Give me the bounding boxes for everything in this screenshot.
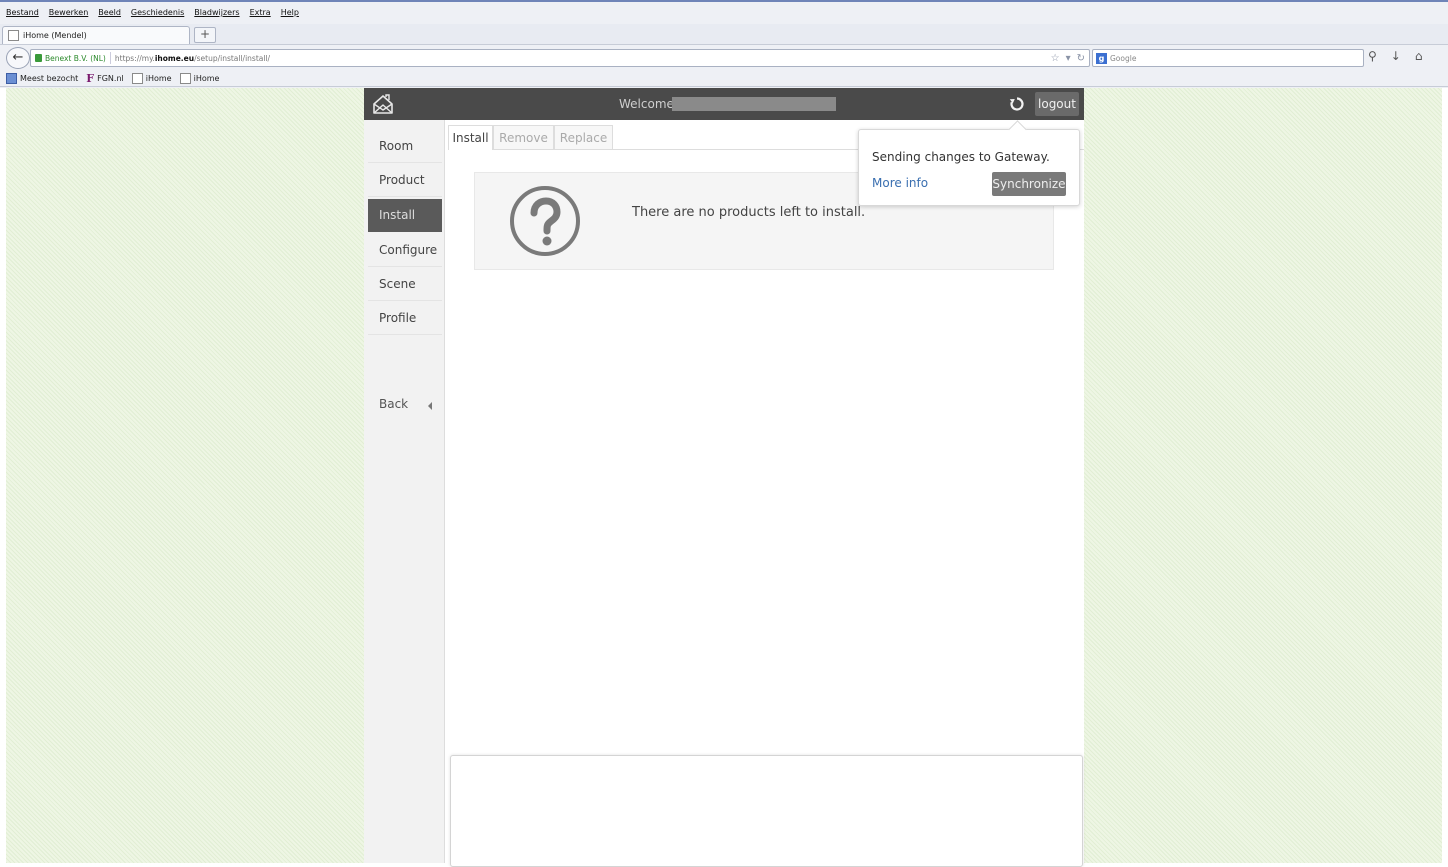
sidebar-item-configure[interactable]: Configure xyxy=(368,234,442,267)
menu-item-help[interactable]: Help xyxy=(281,8,299,22)
question-mark-icon xyxy=(510,186,580,256)
sidebar-item-profile[interactable]: Profile xyxy=(368,302,442,335)
redacted-username xyxy=(672,97,836,111)
sidebar-item-room[interactable]: Room xyxy=(368,130,442,163)
empty-state-message: There are no products left to install. xyxy=(632,205,866,220)
url-bar[interactable]: Benext B.V. (NL) https://my.ihome.eu/set… xyxy=(30,49,1090,67)
bookmark-star-icon[interactable]: ☆ xyxy=(1051,53,1060,64)
menu-item-bewerken[interactable]: Bewerken xyxy=(49,8,89,22)
menu-item-geschiedenis[interactable]: Geschiedenis xyxy=(131,8,184,22)
app-header: Welcome logout xyxy=(364,88,1084,120)
app-container: Welcome logout Room Product Install Conf… xyxy=(364,88,1084,867)
browser-chrome: Bestand Bewerken Beeld Geschiedenis Blad… xyxy=(0,0,1448,88)
bookmark-folder-icon xyxy=(6,72,17,84)
menu-item-beeld[interactable]: Beeld xyxy=(98,8,121,22)
tab-replace[interactable]: Replace xyxy=(554,125,613,149)
bookmark-fgn[interactable]: F FGN.nl xyxy=(86,72,123,85)
reload-icon[interactable]: ↻ xyxy=(1077,53,1085,64)
more-info-link[interactable]: More info xyxy=(872,176,928,190)
bookmark-label: Meest bezocht xyxy=(20,73,79,83)
menu-bar: Bestand Bewerken Beeld Geschiedenis Blad… xyxy=(6,8,299,22)
sidebar-item-product[interactable]: Product xyxy=(368,164,442,197)
tab-install[interactable]: Install xyxy=(448,125,493,150)
search-engine-icon[interactable]: g xyxy=(1096,52,1107,64)
fgn-logo-icon: F xyxy=(86,71,95,85)
page-favicon-icon xyxy=(179,72,191,84)
page-favicon-icon xyxy=(8,30,19,41)
dropdown-arrow-icon[interactable]: ▾ xyxy=(1066,53,1071,64)
url-prefix: https://my. xyxy=(114,53,155,63)
site-identity-label: Benext B.V. (NL) xyxy=(45,53,106,63)
bookmark-meest-bezocht[interactable]: Meest bezocht xyxy=(6,72,79,84)
download-icon[interactable]: ↓ xyxy=(1391,49,1401,63)
url-domain: ihome.eu xyxy=(154,53,195,63)
sync-icon[interactable] xyxy=(1009,96,1025,112)
url-path: /setup/install/install/ xyxy=(194,53,271,63)
window-border xyxy=(0,0,1448,2)
page-favicon-icon xyxy=(131,72,143,84)
search-icon[interactable]: ⚲ xyxy=(1368,49,1377,63)
tab-bar: iHome (Mendel) + xyxy=(0,24,1448,45)
tab-remove[interactable]: Remove xyxy=(493,125,554,149)
menu-item-bladwijzers[interactable]: Bladwijzers xyxy=(194,8,239,22)
sync-message: Sending changes to Gateway. xyxy=(872,150,1050,164)
search-bar[interactable]: g Google xyxy=(1092,49,1364,67)
sidebar-item-install[interactable]: Install xyxy=(368,199,442,232)
url-bar-actions: ☆ ▾ ↻ xyxy=(1051,53,1089,64)
bookmark-label: iHome xyxy=(193,73,220,83)
welcome-text: Welcome xyxy=(619,97,674,111)
search-input[interactable]: Google xyxy=(1110,54,1136,63)
home-logo-icon[interactable] xyxy=(372,93,394,115)
sidebar-item-scene[interactable]: Scene xyxy=(368,268,442,301)
back-link[interactable]: Back xyxy=(379,397,408,411)
home-icon[interactable]: ⌂ xyxy=(1415,49,1423,63)
menu-item-extra[interactable]: Extra xyxy=(250,8,271,22)
url-text[interactable]: https://my.ihome.eu/setup/install/instal… xyxy=(111,54,270,63)
browser-tab[interactable]: iHome (Mendel) xyxy=(2,26,190,44)
sidebar: Room Product Install Configure Scene Pro… xyxy=(364,120,445,863)
bookmark-ihome-1[interactable]: iHome xyxy=(131,72,172,84)
bookmark-label: FGN.nl xyxy=(97,73,124,83)
synchronize-button[interactable]: Synchronize xyxy=(992,172,1066,196)
browser-tab-title: iHome (Mendel) xyxy=(23,31,87,40)
caret-left-icon[interactable] xyxy=(428,402,432,410)
bookmark-label: iHome xyxy=(145,73,172,83)
bookmarks-bar: Meest bezocht F FGN.nl iHome iHome xyxy=(0,70,1448,87)
navigation-bar: ← Benext B.V. (NL) https://my.ihome.eu/s… xyxy=(0,45,1448,69)
site-identity[interactable]: Benext B.V. (NL) xyxy=(31,52,111,64)
browser-back-button[interactable]: ← xyxy=(6,47,30,69)
bookmark-ihome-2[interactable]: iHome xyxy=(179,72,220,84)
new-tab-button[interactable]: + xyxy=(194,27,216,43)
toolbar-icons: ⚲ ↓ ⌂ xyxy=(1368,49,1422,63)
bottom-panel xyxy=(450,755,1083,867)
menu-item-bestand[interactable]: Bestand xyxy=(6,8,39,22)
sync-popover: Sending changes to Gateway. More info Sy… xyxy=(858,120,1080,206)
logout-button[interactable]: logout xyxy=(1035,92,1079,116)
lock-icon xyxy=(35,54,42,62)
